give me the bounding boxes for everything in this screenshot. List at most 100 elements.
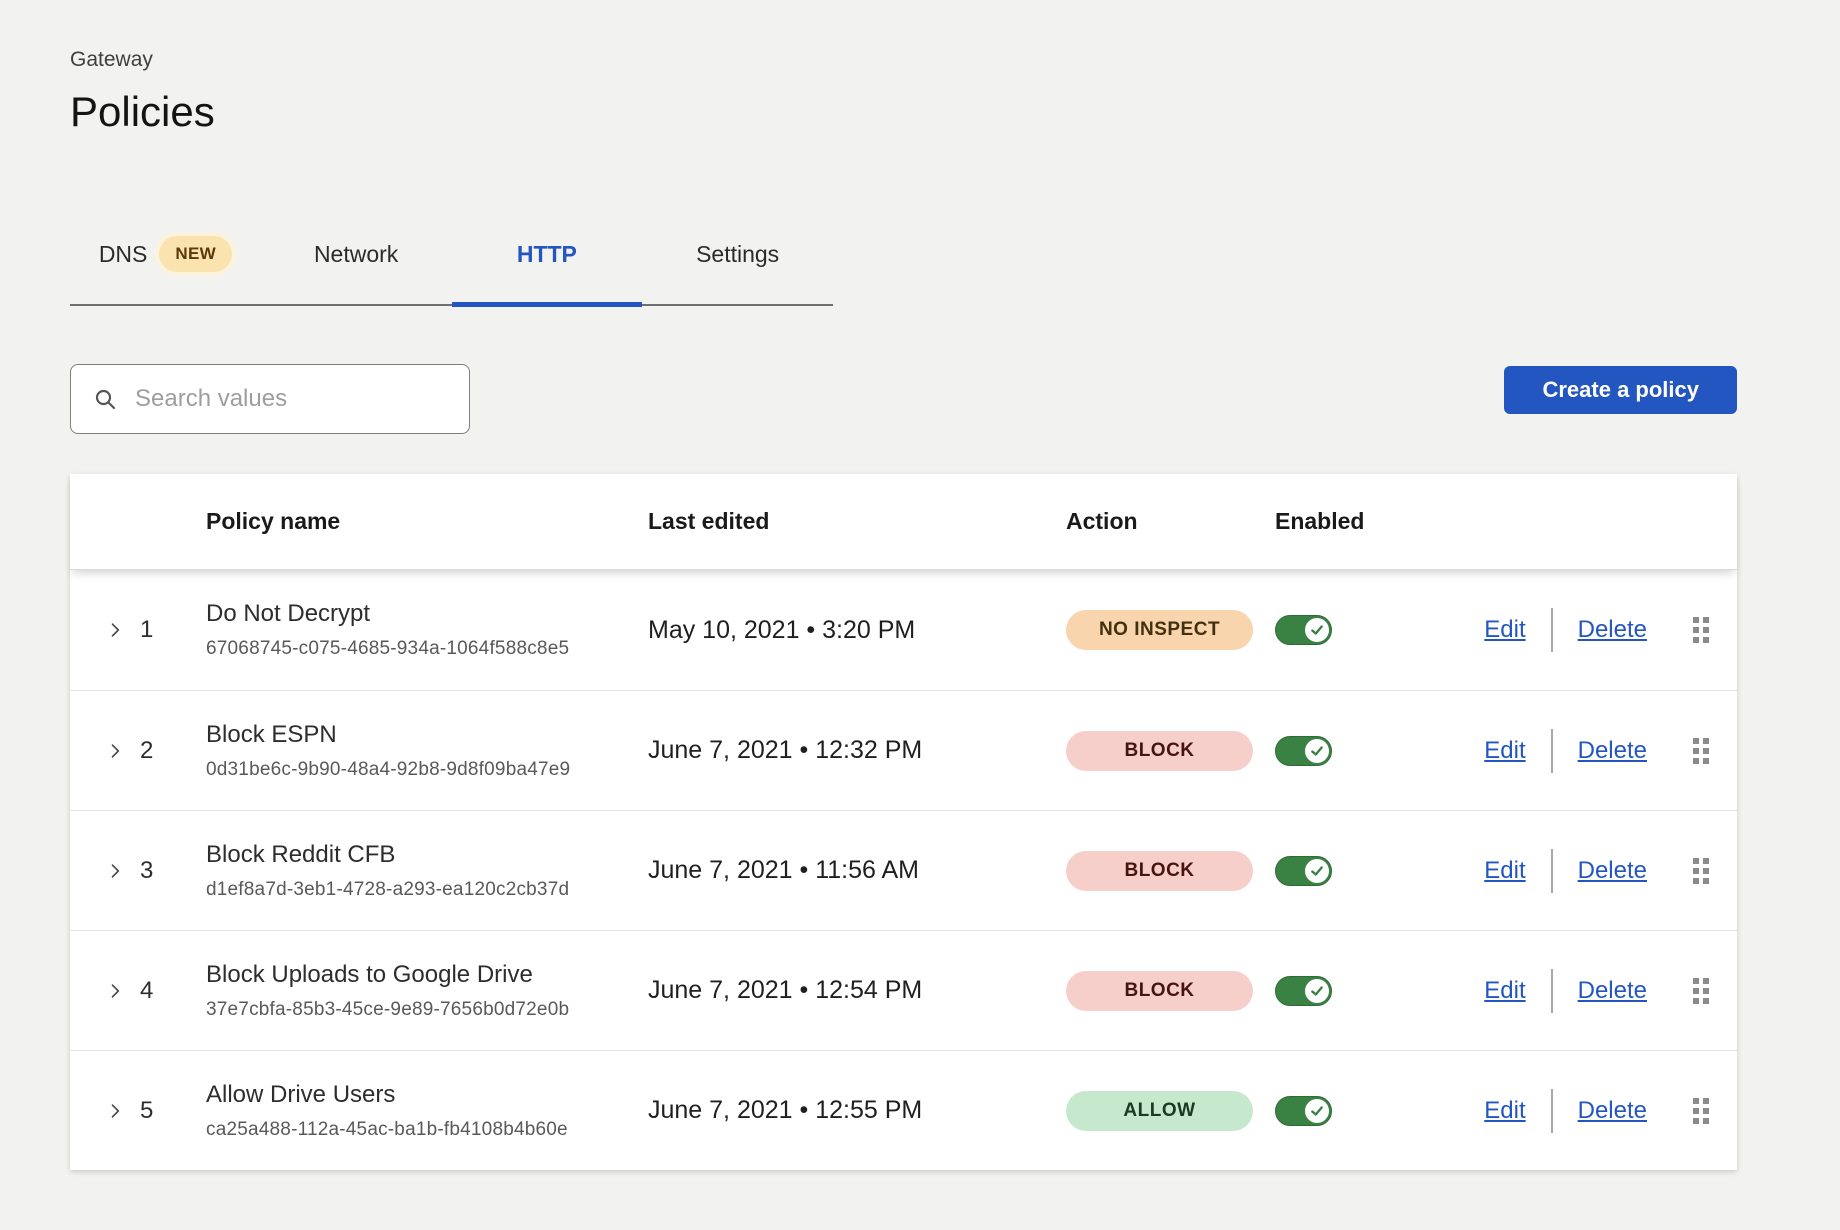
- row-actions: Edit Delete: [1477, 849, 1709, 893]
- row-order-number: 2: [140, 737, 206, 765]
- policy-name-cell: Block Reddit CFB d1ef8a7d-3eb1-4728-a293…: [206, 841, 648, 901]
- search-input[interactable]: [133, 384, 447, 414]
- tab-bar: DNS NEW Network HTTP Settings: [70, 236, 833, 306]
- policy-uuid: 37e7cbfa-85b3-45ce-9e89-7656b0d72e0b: [206, 999, 648, 1021]
- action-cell: ALLOW: [1066, 1091, 1275, 1131]
- toggle-knob: [1305, 979, 1329, 1003]
- row-actions: Edit Delete: [1477, 729, 1709, 773]
- delete-link[interactable]: Delete: [1578, 737, 1647, 765]
- page: Gateway Policies DNS NEW Network HTTP Se…: [0, 0, 1840, 1170]
- action-cell: BLOCK: [1066, 731, 1275, 771]
- action-divider: [1551, 608, 1553, 652]
- policy-uuid: 0d31be6c-9b90-48a4-92b8-9d8f09ba47e9: [206, 759, 648, 781]
- chevron-right-icon: [105, 981, 125, 1001]
- tab-dns-label: DNS: [99, 241, 148, 268]
- tab-network-label: Network: [314, 241, 398, 268]
- chevron-right-icon: [105, 1101, 125, 1121]
- action-divider: [1551, 969, 1553, 1013]
- tab-settings-label: Settings: [696, 241, 779, 268]
- tab-active-underline: [452, 302, 642, 307]
- last-edited-cell: June 7, 2021 • 12:54 PM: [648, 976, 1066, 1005]
- page-title: Policies: [70, 88, 1840, 136]
- edit-link[interactable]: Edit: [1484, 977, 1525, 1005]
- drag-handle[interactable]: [1693, 617, 1709, 643]
- enabled-toggle[interactable]: [1275, 976, 1332, 1006]
- expand-row-button[interactable]: [100, 856, 130, 886]
- drag-handle[interactable]: [1693, 978, 1709, 1004]
- tab-network[interactable]: Network: [261, 236, 452, 304]
- table-row: 5 Allow Drive Users ca25a488-112a-45ac-b…: [70, 1050, 1737, 1170]
- policy-name-cell: Block Uploads to Google Drive 37e7cbfa-8…: [206, 961, 648, 1021]
- action-badge: BLOCK: [1066, 731, 1253, 771]
- action-badge: NO INSPECT: [1066, 610, 1253, 650]
- row-order-number: 1: [140, 616, 206, 644]
- edit-link[interactable]: Edit: [1484, 616, 1525, 644]
- toolbar: Create a policy: [70, 364, 1737, 434]
- enabled-cell: [1275, 736, 1477, 766]
- policy-name-cell: Do Not Decrypt 67068745-c075-4685-934a-1…: [206, 600, 648, 660]
- policy-name: Do Not Decrypt: [206, 600, 648, 628]
- toggle-knob: [1305, 618, 1329, 642]
- enabled-toggle[interactable]: [1275, 1096, 1332, 1126]
- expand-row-button[interactable]: [100, 976, 130, 1006]
- drag-handle[interactable]: [1693, 1098, 1709, 1124]
- search-box: [70, 364, 470, 434]
- policy-name: Block Reddit CFB: [206, 841, 648, 869]
- enabled-cell: [1275, 615, 1477, 645]
- edit-link[interactable]: Edit: [1484, 737, 1525, 765]
- tab-http[interactable]: HTTP: [452, 236, 643, 304]
- policy-uuid: ca25a488-112a-45ac-ba1b-fb4108b4b60e: [206, 1119, 648, 1141]
- action-cell: BLOCK: [1066, 851, 1275, 891]
- search-icon: [93, 386, 117, 412]
- toggle-knob: [1305, 739, 1329, 763]
- column-header-last-edited: Last edited: [648, 508, 1066, 535]
- expand-row-button[interactable]: [100, 736, 130, 766]
- policy-name: Block ESPN: [206, 721, 648, 749]
- create-policy-button[interactable]: Create a policy: [1504, 366, 1737, 414]
- table-row: 1 Do Not Decrypt 67068745-c075-4685-934a…: [70, 570, 1737, 690]
- tab-dns[interactable]: DNS NEW: [70, 236, 261, 304]
- expand-row-button[interactable]: [100, 615, 130, 645]
- toggle-knob: [1305, 859, 1329, 883]
- delete-link[interactable]: Delete: [1578, 616, 1647, 644]
- edit-link[interactable]: Edit: [1484, 857, 1525, 885]
- drag-handle[interactable]: [1693, 738, 1709, 764]
- enabled-toggle[interactable]: [1275, 856, 1332, 886]
- column-header-policy-name: Policy name: [206, 508, 648, 535]
- enabled-toggle[interactable]: [1275, 736, 1332, 766]
- table-row: 3 Block Reddit CFB d1ef8a7d-3eb1-4728-a2…: [70, 810, 1737, 930]
- edit-link[interactable]: Edit: [1484, 1097, 1525, 1125]
- drag-handle[interactable]: [1693, 858, 1709, 884]
- delete-link[interactable]: Delete: [1578, 1097, 1647, 1125]
- action-badge: ALLOW: [1066, 1091, 1253, 1131]
- last-edited-cell: June 7, 2021 • 12:32 PM: [648, 736, 1066, 765]
- policy-uuid: d1ef8a7d-3eb1-4728-a293-ea120c2cb37d: [206, 879, 648, 901]
- check-icon: [1310, 744, 1324, 758]
- policy-name: Block Uploads to Google Drive: [206, 961, 648, 989]
- check-icon: [1310, 623, 1324, 637]
- delete-link[interactable]: Delete: [1578, 977, 1647, 1005]
- action-divider: [1551, 1089, 1553, 1133]
- check-icon: [1310, 864, 1324, 878]
- last-edited-cell: May 10, 2021 • 3:20 PM: [648, 616, 1066, 645]
- row-actions: Edit Delete: [1477, 969, 1709, 1013]
- check-icon: [1310, 1104, 1324, 1118]
- action-cell: NO INSPECT: [1066, 610, 1275, 650]
- tab-http-label: HTTP: [517, 241, 577, 268]
- enabled-cell: [1275, 856, 1477, 886]
- action-badge: BLOCK: [1066, 851, 1253, 891]
- enabled-toggle[interactable]: [1275, 615, 1332, 645]
- policy-uuid: 67068745-c075-4685-934a-1064f588c8e5: [206, 638, 648, 660]
- check-icon: [1310, 984, 1324, 998]
- last-edited-cell: June 7, 2021 • 11:56 AM: [648, 856, 1066, 885]
- row-actions: Edit Delete: [1477, 608, 1709, 652]
- table-row: 2 Block ESPN 0d31be6c-9b90-48a4-92b8-9d8…: [70, 690, 1737, 810]
- tab-settings[interactable]: Settings: [642, 236, 833, 304]
- chevron-right-icon: [105, 620, 125, 640]
- expand-row-button[interactable]: [100, 1096, 130, 1126]
- action-cell: BLOCK: [1066, 971, 1275, 1011]
- row-actions: Edit Delete: [1477, 1089, 1709, 1133]
- delete-link[interactable]: Delete: [1578, 857, 1647, 885]
- enabled-cell: [1275, 976, 1477, 1006]
- last-edited-cell: June 7, 2021 • 12:55 PM: [648, 1096, 1066, 1125]
